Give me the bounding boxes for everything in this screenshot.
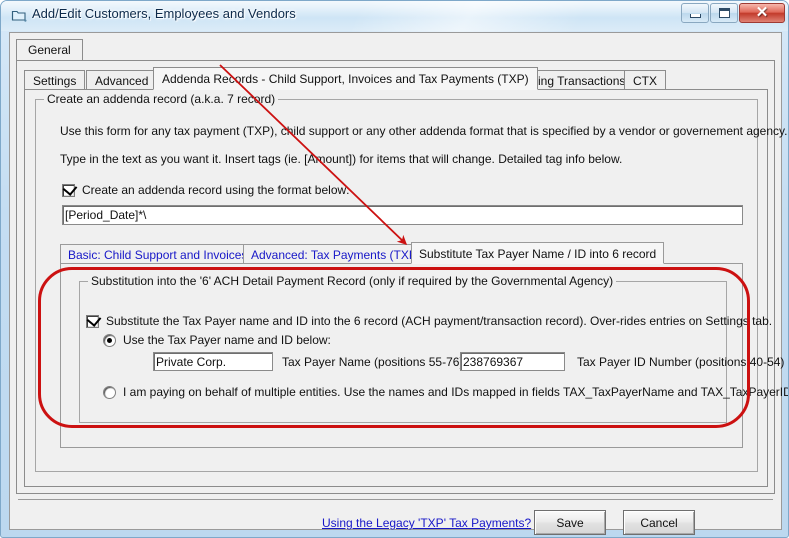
addenda-groupbox-legend: Create an addenda record (a.k.a. 7 recor… [44, 92, 279, 106]
maximize-button[interactable] [710, 3, 738, 23]
tab-addenda-records[interactable]: Addenda Records - Child Support, Invoice… [153, 67, 538, 90]
window-controls: ✕ [681, 3, 785, 23]
taxpayer-name-input[interactable] [153, 352, 273, 371]
substitute-taxpayer-checkbox-label: Substitute the Tax Payer name and ID int… [106, 314, 773, 328]
tab-general[interactable]: General [16, 39, 83, 61]
cancel-button-label: Cancel [640, 515, 678, 530]
close-button[interactable]: ✕ [739, 3, 785, 23]
addenda-format-input[interactable] [62, 205, 743, 225]
footer-separator [18, 499, 773, 500]
subtab-basic-child-support[interactable]: Basic: Child Support and Invoices [60, 244, 256, 264]
substitute-taxpayer-checkbox[interactable] [86, 312, 102, 328]
folder-window-icon [11, 8, 27, 23]
subtabstrip: Basic: Child Support and Invoices Advanc… [60, 242, 665, 264]
application-window: Add/Edit Customers, Employees and Vendor… [0, 0, 789, 538]
maximize-icon [718, 8, 730, 18]
substitution-groupbox-legend: Substitution into the '6' ACH Detail Pay… [88, 274, 617, 288]
outer-tabstrip: General [16, 39, 775, 61]
inner-tab-page: Create an addenda record (a.k.a. 7 recor… [24, 89, 788, 487]
minimize-button[interactable] [681, 3, 709, 23]
radio-multiple-entities[interactable] [103, 386, 116, 399]
cancel-button[interactable]: Cancel [623, 510, 695, 535]
radio-use-taxpayer-below-label: Use the Tax Payer name and ID below: [123, 333, 331, 347]
checkmark-icon [62, 181, 78, 196]
taxpayer-id-caption: Tax Payer ID Number (positions 40-54) [577, 355, 785, 369]
radio-use-taxpayer-below[interactable] [103, 334, 116, 347]
create-addenda-checkbox[interactable] [62, 181, 78, 197]
addenda-description-line-1: Use this form for any tax payment (TXP),… [60, 124, 788, 138]
taxpayer-name-caption: Tax Payer Name (positions 55-76) [282, 355, 464, 369]
legacy-txp-link[interactable]: Using the Legacy 'TXP' Tax Payments? [322, 516, 531, 530]
minimize-icon [689, 14, 701, 18]
taxpayer-id-input[interactable] [460, 352, 565, 371]
addenda-description-line-2: Type in the text as you want it. Insert … [60, 152, 623, 166]
subtab-advanced-tax-payments[interactable]: Advanced: Tax Payments (TXP) [243, 244, 429, 264]
tab-settings[interactable]: Settings [24, 70, 86, 90]
inner-tabstrip: Settings Advanced Addenda Records - Chil… [24, 67, 768, 90]
create-addenda-checkbox-label: Create an addenda record using the forma… [82, 183, 350, 197]
tab-advanced[interactable]: Advanced [86, 70, 158, 90]
titlebar[interactable]: Add/Edit Customers, Employees and Vendor… [1, 1, 788, 31]
dialog-client-area: General Settings Advanced Addenda Record… [9, 32, 788, 535]
tab-ctx[interactable]: CTX [624, 70, 666, 90]
radio-multiple-entities-label: I am paying on behalf of multiple entiti… [123, 385, 789, 399]
outer-tab-page: Settings Advanced Addenda Records - Chil… [16, 60, 788, 494]
radio-selected-dot [107, 338, 112, 343]
window-title: Add/Edit Customers, Employees and Vendor… [32, 6, 296, 21]
save-button[interactable]: Save [534, 510, 606, 535]
addenda-groupbox: Create an addenda record (a.k.a. 7 recor… [35, 92, 788, 472]
close-icon: ✕ [755, 4, 769, 21]
subtab-substitute-tax-payer[interactable]: Substitute Tax Payer Name / ID into 6 re… [411, 242, 665, 264]
save-button-label: Save [556, 515, 584, 530]
